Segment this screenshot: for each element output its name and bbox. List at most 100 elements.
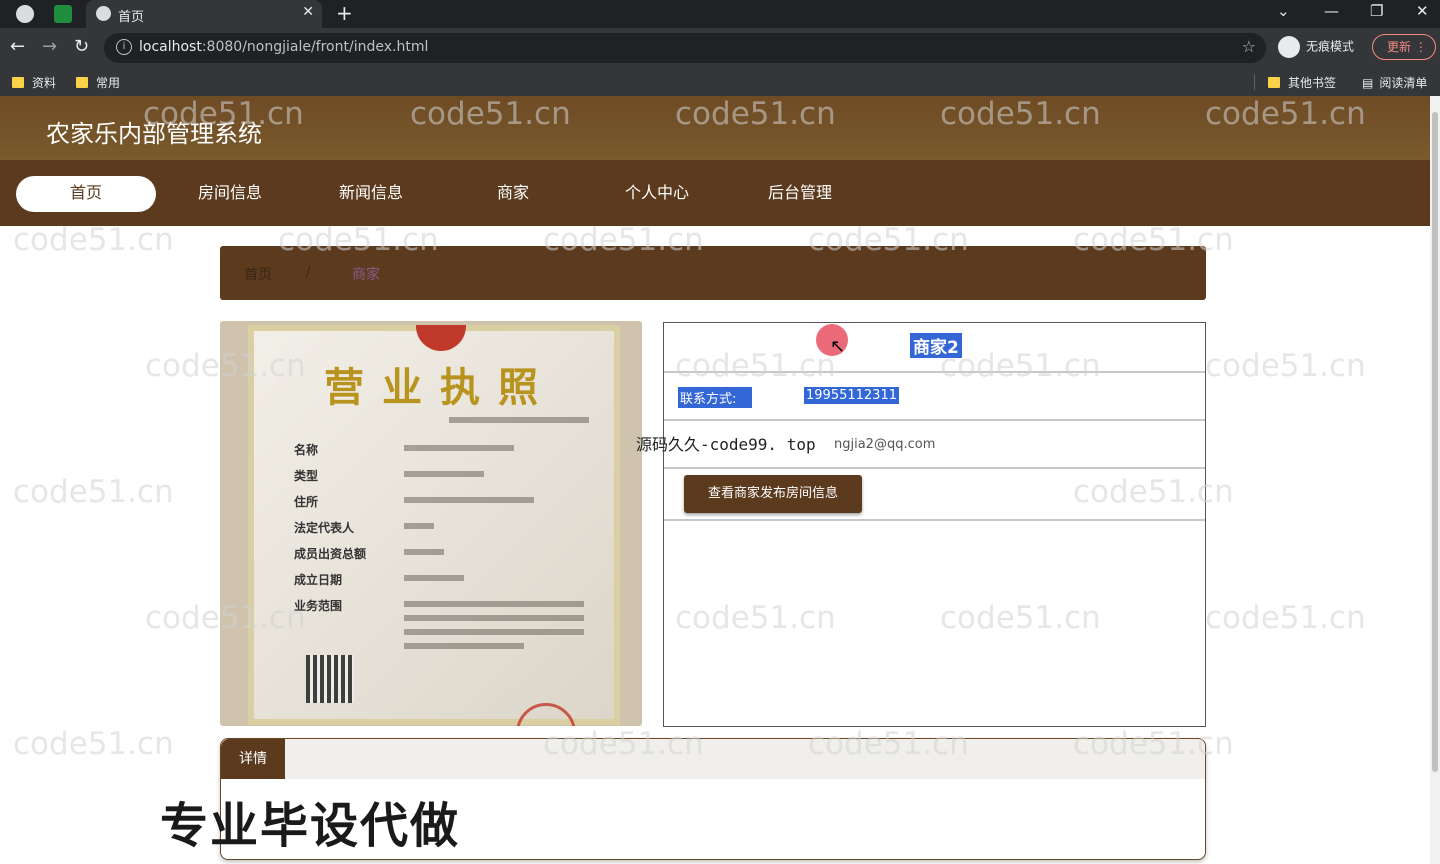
license-field-value xyxy=(404,549,444,555)
watermark: code51.cn xyxy=(278,222,439,258)
url-text[interactable]: localhost:8080/nongjiale/front/index.htm… xyxy=(139,39,428,55)
main-nav: 首页 房间信息 新闻信息 商家 个人中心 后台管理 xyxy=(0,160,1430,226)
watermark: code51.cn xyxy=(1073,726,1234,762)
watermark: code51.cn xyxy=(940,348,1101,384)
bookmark-folder-ziliao[interactable]: 资料 xyxy=(12,74,56,91)
scrollbar-thumb[interactable] xyxy=(1432,112,1438,772)
update-button[interactable]: 更新 ⋮ xyxy=(1372,34,1436,60)
watermark: code51.cn xyxy=(1205,600,1366,636)
page-scrollbar[interactable] xyxy=(1430,96,1440,864)
reading-list-icon: ▤ xyxy=(1362,76,1374,90)
official-seal-icon xyxy=(516,703,576,726)
contact-value: 19955112311 xyxy=(804,387,899,404)
license-field-label: 名称 xyxy=(294,443,319,457)
incognito-avatar-icon xyxy=(1278,36,1300,58)
national-emblem-icon xyxy=(416,325,466,351)
browser-globe-icon[interactable] xyxy=(16,5,34,23)
watermark: code51.cn xyxy=(940,600,1101,636)
back-arrow-icon[interactable]: ← xyxy=(10,36,25,57)
browser-tab-bar: 首页 ✕ + ⌄ — ❐ ✕ xyxy=(0,0,1440,28)
reading-list[interactable]: ▤ 阅读清单 xyxy=(1362,74,1427,91)
address-bar[interactable]: i localhost:8080/nongjiale/front/index.h… xyxy=(104,33,1266,63)
bookmarks-bar: 资料 常用 其他书签 ▤ 阅读清单 xyxy=(0,68,1440,96)
source-overlay-text: 源码久久-code99. top xyxy=(636,435,816,454)
bookmark-label: 常用 xyxy=(96,76,121,90)
license-field-value xyxy=(404,575,464,581)
license-field-label: 成立日期 xyxy=(294,573,343,587)
browser-tab-active[interactable]: 首页 ✕ xyxy=(86,0,322,28)
minimize-icon[interactable]: — xyxy=(1324,2,1339,20)
breadcrumb-home[interactable]: 首页 xyxy=(244,264,272,284)
close-tab-icon[interactable]: ✕ xyxy=(302,4,314,20)
globe-icon xyxy=(96,6,111,21)
folder-icon xyxy=(12,77,24,88)
watermark: code51.cn xyxy=(13,474,174,510)
forward-arrow-icon[interactable]: → xyxy=(42,36,57,57)
watermark: code51.cn xyxy=(1073,222,1234,258)
watermark: code51.cn xyxy=(13,222,174,258)
incognito-label: 无痕模式 xyxy=(1306,39,1355,54)
license-field-value xyxy=(404,643,524,649)
watermark: code51.cn xyxy=(1205,348,1366,384)
contact-label: 联系方式: xyxy=(678,387,752,408)
nav-admin[interactable]: 后台管理 xyxy=(768,176,832,212)
restore-icon[interactable]: ❐ xyxy=(1370,2,1383,20)
url-host: localhost xyxy=(139,39,202,55)
close-window-icon[interactable]: ✕ xyxy=(1416,2,1429,20)
watermark: code51.cn xyxy=(13,726,174,762)
bookmark-label: 阅读清单 xyxy=(1379,76,1428,90)
nav-profile[interactable]: 个人中心 xyxy=(625,176,689,212)
tab-search-chevron-icon[interactable]: ⌄ xyxy=(1277,2,1290,20)
nav-news[interactable]: 新闻信息 xyxy=(339,176,403,212)
nav-rooms[interactable]: 房间信息 xyxy=(198,176,262,212)
new-tab-plus-icon[interactable]: + xyxy=(336,1,353,25)
license-paper: 营业执照 名称 类型 住所 法定代表人 成员出资总额 成立日期 业务范围 xyxy=(248,325,620,726)
incognito-indicator[interactable]: 无痕模式 xyxy=(1278,36,1354,58)
watermark: code51.cn xyxy=(675,600,836,636)
license-field-value xyxy=(404,629,584,635)
site-info-icon[interactable]: i xyxy=(116,39,132,55)
license-field-value xyxy=(404,471,484,477)
license-field-label: 类型 xyxy=(294,469,319,483)
license-title: 营业执照 xyxy=(324,365,556,411)
license-field-label: 住所 xyxy=(294,495,319,509)
browser-toolbar: ← → ↻ i localhost:8080/nongjiale/front/i… xyxy=(0,28,1440,68)
breadcrumb-current: 商家 xyxy=(352,267,380,283)
detail-tab-strip xyxy=(285,739,1205,779)
bookmark-label: 资料 xyxy=(32,76,57,90)
update-label: 更新 xyxy=(1387,40,1412,54)
bookmark-folder-changyong[interactable]: 常用 xyxy=(76,74,120,91)
mouse-cursor-icon: ↖ xyxy=(830,336,846,357)
watermark: code51.cn xyxy=(543,726,704,762)
folder-icon xyxy=(76,77,88,88)
license-field-value xyxy=(404,523,434,529)
email-value: ngjia2@qq.com xyxy=(834,437,936,452)
reload-icon[interactable]: ↻ xyxy=(74,36,89,57)
nav-merchants[interactable]: 商家 xyxy=(497,176,529,212)
license-field-label: 法定代表人 xyxy=(294,521,355,535)
bookmark-star-icon[interactable]: ☆ xyxy=(1242,37,1256,56)
watermark: code51.cn xyxy=(543,222,704,258)
bookmark-other[interactable]: 其他书签 xyxy=(1268,74,1336,91)
license-field-value xyxy=(404,615,584,621)
detail-tab[interactable]: 详情 xyxy=(221,739,285,779)
bookmark-label: 其他书签 xyxy=(1288,76,1337,90)
breadcrumb-separator: / xyxy=(306,264,311,280)
folder-icon xyxy=(1268,77,1280,88)
watermark: code51.cn xyxy=(940,96,1101,132)
license-field-label: 成员出资总额 xyxy=(294,547,367,561)
view-merchant-rooms-button[interactable]: 查看商家发布房间信息 xyxy=(684,475,862,513)
watermark: code51.cn xyxy=(1073,474,1234,510)
watermark: code51.cn xyxy=(143,96,304,132)
watermark: code51.cn xyxy=(675,348,836,384)
watermark: code51.cn xyxy=(145,600,306,636)
watermark: code51.cn xyxy=(410,96,571,132)
license-field-value xyxy=(404,497,534,503)
sheets-app-icon[interactable] xyxy=(54,5,72,23)
watermark: code51.cn xyxy=(145,348,306,384)
watermark: code51.cn xyxy=(808,726,969,762)
bookmark-divider xyxy=(1254,74,1255,90)
tab-title: 首页 xyxy=(118,10,145,25)
license-field-value xyxy=(404,601,584,607)
nav-home[interactable]: 首页 xyxy=(16,176,156,212)
